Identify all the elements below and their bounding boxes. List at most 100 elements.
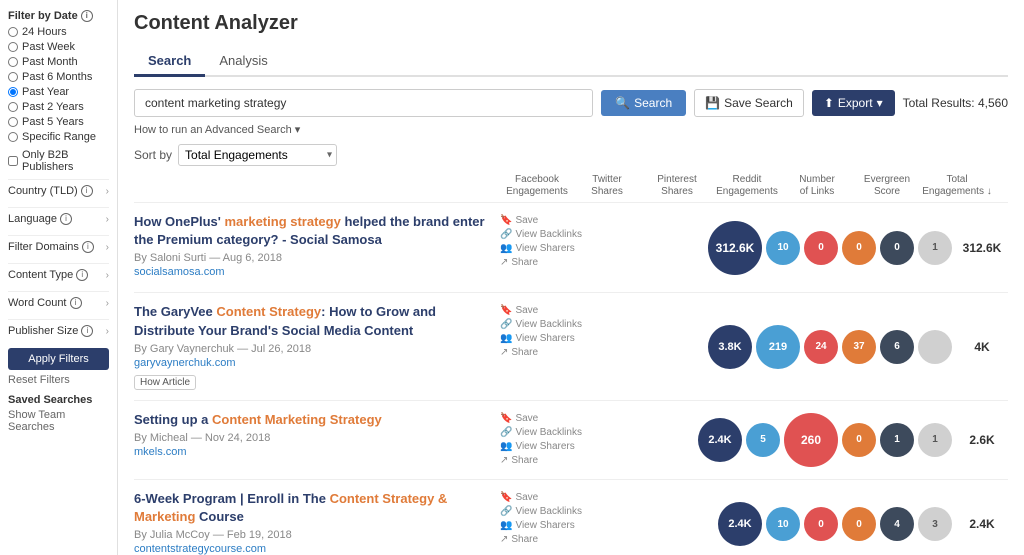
date-option-6months[interactable]: Past 6 Months (8, 71, 109, 83)
chevron-right-icon: › (106, 242, 109, 253)
result-title[interactable]: The GaryVee Content Strategy: How to Gro… (134, 303, 492, 339)
share-action[interactable]: ↗Share (500, 347, 590, 358)
view-sharers-action[interactable]: 👥View Sharers (500, 243, 590, 254)
filter-publisher-size[interactable]: Publisher Size i › (8, 319, 109, 342)
date-option-month[interactable]: Past Month (8, 56, 109, 68)
search-input[interactable] (134, 89, 593, 117)
export-button[interactable]: ⬆ Export ▾ (812, 90, 895, 116)
result-item: How OnePlus' marketing strategy helped t… (134, 202, 1008, 292)
bookmark-icon: 🔖 (500, 413, 512, 424)
view-sharers-action[interactable]: 👥View Sharers (500, 333, 590, 344)
metric-bubble-reddit: 0 (842, 507, 876, 541)
reset-filters-link[interactable]: Reset Filters (8, 374, 109, 386)
page-title: Content Analyzer (134, 12, 1008, 35)
filter-info-icon[interactable]: i (82, 241, 94, 253)
filter-info-icon[interactable]: i (81, 325, 93, 337)
save-action[interactable]: 🔖Save (500, 215, 590, 226)
col-header-6: TotalEngagements ↓ (922, 174, 992, 198)
filter-label: Filter Domains (8, 241, 79, 253)
column-headers: FacebookEngagementsTwitterSharesPinteres… (134, 174, 1008, 198)
total-engagements: 2.6K (956, 433, 1008, 447)
result-domain[interactable]: socialsamosa.com (134, 266, 492, 278)
saved-searches-title: Saved Searches (8, 394, 109, 406)
result-title[interactable]: 6-Week Program | Enroll in The Content S… (134, 490, 492, 526)
link-icon: 🔗 (500, 427, 512, 438)
date-option-2years[interactable]: Past 2 Years (8, 101, 109, 113)
b2b-publishers-checkbox[interactable] (8, 156, 18, 166)
metric-bubble-evergreen (918, 330, 952, 364)
view-backlinks-action[interactable]: 🔗View Backlinks (500, 506, 590, 517)
bookmark-icon: 🔖 (500, 492, 512, 503)
view-backlinks-action[interactable]: 🔗View Backlinks (500, 427, 590, 438)
filter-country-tld[interactable]: Country (TLD) i › (8, 179, 109, 202)
col-header-5: EvergreenScore (852, 174, 922, 198)
result-title[interactable]: Setting up a Content Marketing Strategy (134, 411, 492, 429)
show-team-searches-link[interactable]: Show Team Searches (8, 409, 65, 433)
tab-search[interactable]: Search (134, 47, 205, 77)
search-button[interactable]: 🔍 Search (601, 90, 686, 116)
filter-filter-domains[interactable]: Filter Domains i › (8, 235, 109, 258)
date-option-24h[interactable]: 24 Hours (8, 26, 109, 38)
filter-date-info-icon[interactable]: i (81, 10, 93, 22)
result-meta: By Gary Vaynerchuk — Jul 26, 2018 (134, 343, 492, 355)
result-domain[interactable]: garyvaynerchuk.com (134, 357, 492, 369)
save-action[interactable]: 🔖Save (500, 413, 590, 424)
share-action[interactable]: ↗Share (500, 455, 590, 466)
date-option-label: Past Month (22, 56, 78, 68)
date-radio-year[interactable] (8, 87, 18, 97)
b2b-publishers-row[interactable]: Only B2B Publishers (8, 149, 109, 173)
date-option-label: Specific Range (22, 131, 96, 143)
chevron-right-icon: › (106, 270, 109, 281)
result-domain[interactable]: contentstrategycourse.com (134, 543, 492, 555)
metric-bubble-links: 0 (880, 231, 914, 265)
metric-bubble-links: 1 (880, 423, 914, 457)
date-radio-5years[interactable] (8, 117, 18, 127)
metric-bubble-twitter: 5 (746, 423, 780, 457)
date-radio-range[interactable] (8, 132, 18, 142)
filter-language[interactable]: Language i › (8, 207, 109, 230)
sort-select[interactable]: Total EngagementsFacebook EngagementsTwi… (178, 144, 337, 166)
view-backlinks-action[interactable]: 🔗View Backlinks (500, 229, 590, 240)
export-btn-label: Export (838, 96, 873, 110)
tab-analysis[interactable]: Analysis (205, 47, 281, 77)
date-option-range[interactable]: Specific Range (8, 131, 109, 143)
date-radio-6months[interactable] (8, 72, 18, 82)
filter-content-type[interactable]: Content Type i › (8, 263, 109, 286)
filter-info-icon[interactable]: i (81, 185, 93, 197)
save-search-button[interactable]: 💾 Save Search (694, 89, 804, 117)
date-radio-month[interactable] (8, 57, 18, 67)
advanced-search-link[interactable]: How to run an Advanced Search ▾ (134, 123, 1008, 136)
view-sharers-action[interactable]: 👥View Sharers (500, 520, 590, 531)
metric-bubble-links: 6 (880, 330, 914, 364)
metric-bubble-pinterest: 0 (804, 507, 838, 541)
apply-filters-button[interactable]: Apply Filters (8, 348, 109, 370)
share-action[interactable]: ↗Share (500, 534, 590, 545)
col-header-1: TwitterShares (572, 174, 642, 198)
col-header-3: RedditEngagements (712, 174, 782, 198)
share-action[interactable]: ↗Share (500, 257, 590, 268)
result-title[interactable]: How OnePlus' marketing strategy helped t… (134, 213, 492, 249)
filter-info-icon[interactable]: i (60, 213, 72, 225)
date-radio-2years[interactable] (8, 102, 18, 112)
date-option-week[interactable]: Past Week (8, 41, 109, 53)
filter-info-icon[interactable]: i (76, 269, 88, 281)
filter-info-icon[interactable]: i (70, 297, 82, 309)
date-radio-week[interactable] (8, 42, 18, 52)
view-sharers-action[interactable]: 👥View Sharers (500, 441, 590, 452)
view-backlinks-action[interactable]: 🔗View Backlinks (500, 319, 590, 330)
date-option-5years[interactable]: Past 5 Years (8, 116, 109, 128)
metric-bubble-reddit: 0 (842, 231, 876, 265)
total-engagements: 2.4K (956, 517, 1008, 531)
col-header-4: Numberof Links (782, 174, 852, 198)
date-option-year[interactable]: Past Year (8, 86, 109, 98)
tabs-container: SearchAnalysis (134, 47, 1008, 77)
chevron-right-icon: › (106, 186, 109, 197)
arrow-icon: ↗ (500, 455, 508, 466)
search-btn-label: Search (634, 96, 672, 110)
save-action[interactable]: 🔖Save (500, 305, 590, 316)
save-action[interactable]: 🔖Save (500, 492, 590, 503)
date-radio-24h[interactable] (8, 27, 18, 37)
result-domain[interactable]: mkels.com (134, 446, 492, 458)
link-icon: 🔗 (500, 229, 512, 240)
filter-word-count[interactable]: Word Count i › (8, 291, 109, 314)
